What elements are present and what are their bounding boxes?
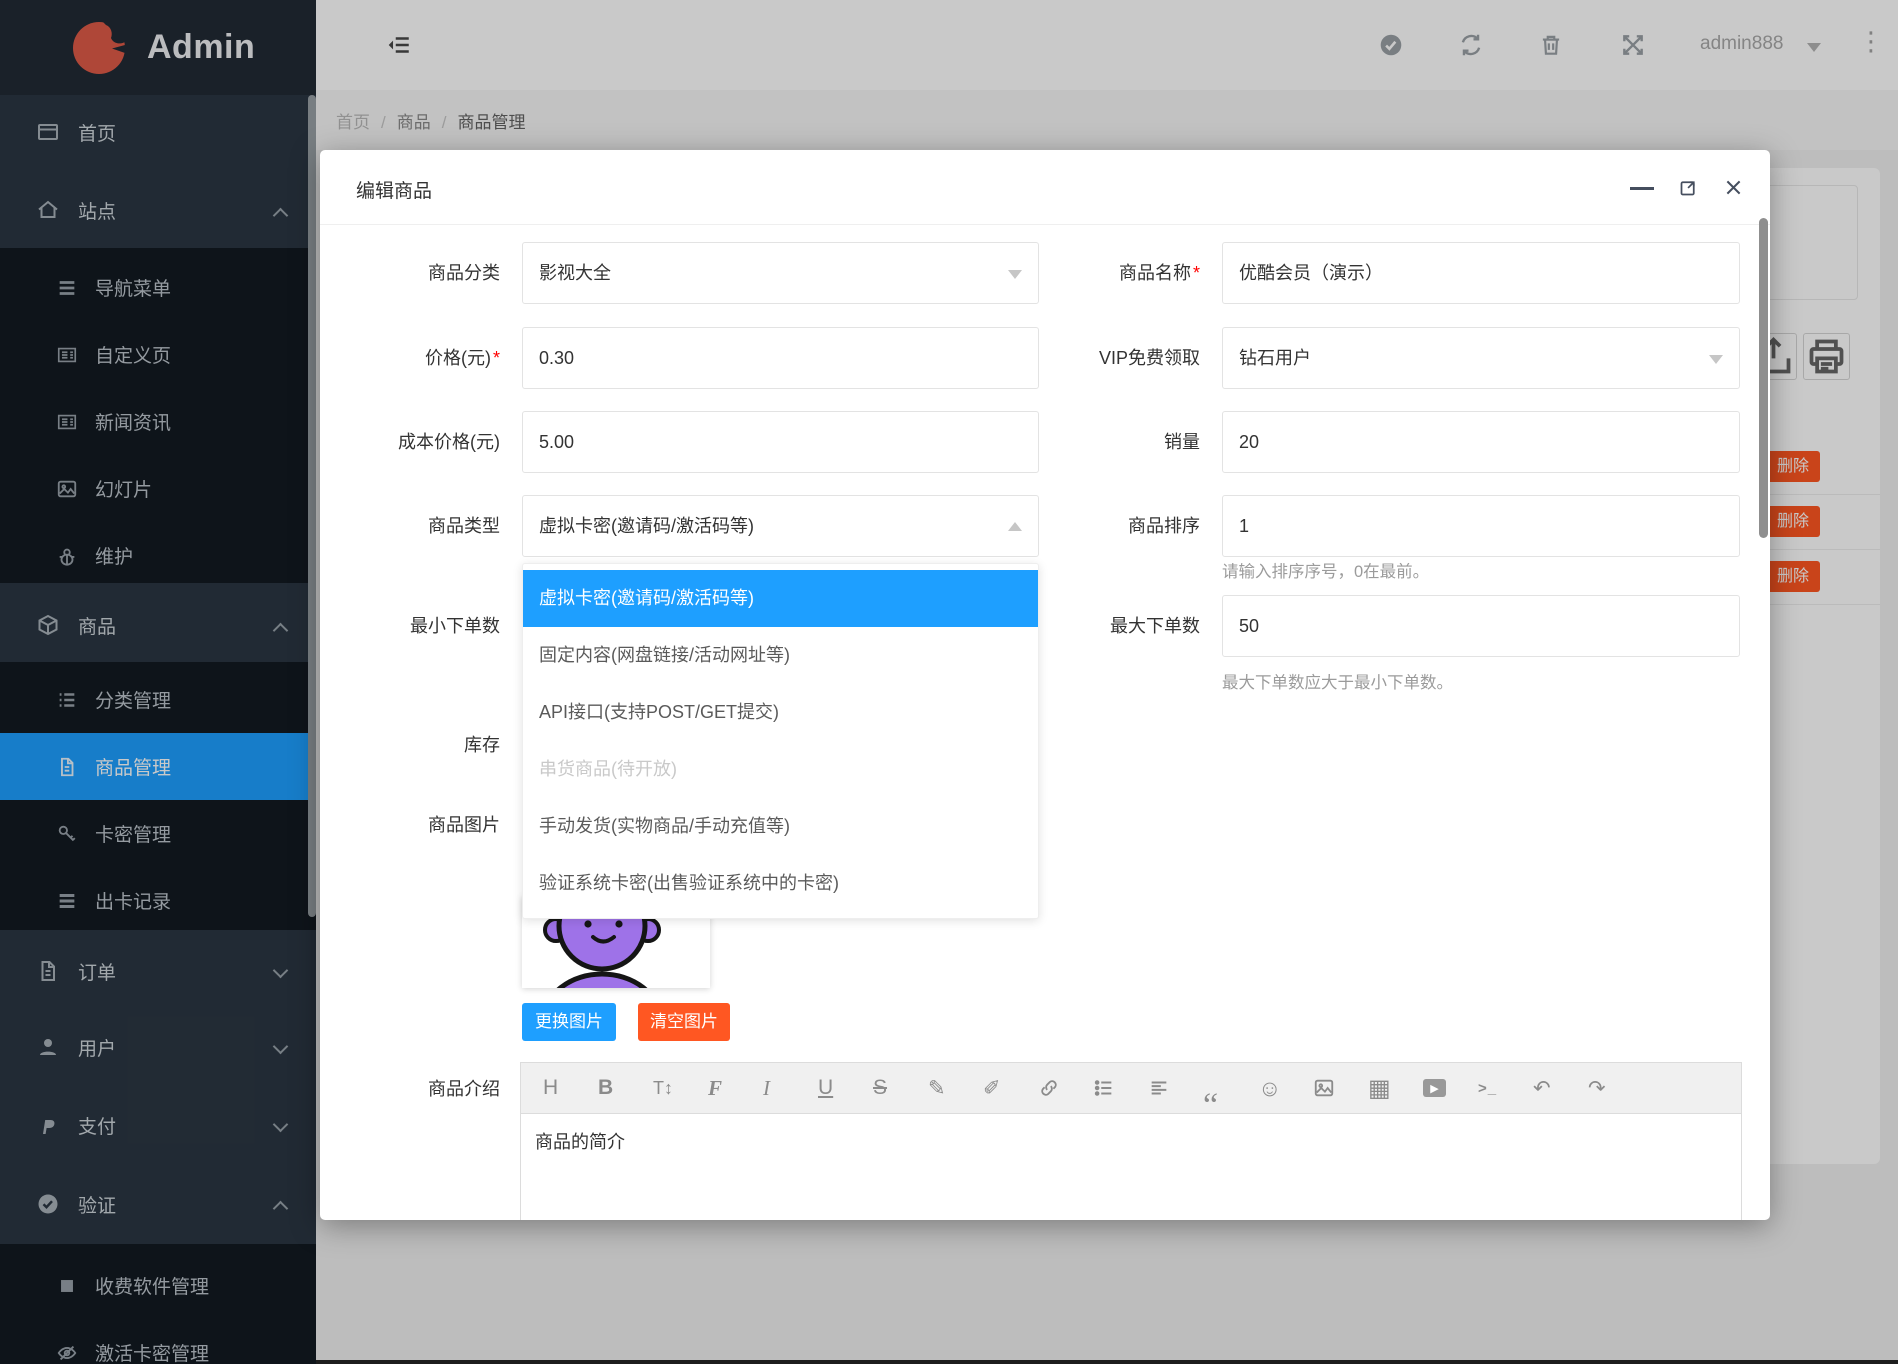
- type-select[interactable]: 虚拟卡密(邀请码/激活码等): [522, 495, 1039, 557]
- type-select-dropdown: 虚拟卡密(邀请码/激活码等) 固定内容(网盘链接/活动网址等) API接口(支持…: [522, 563, 1039, 919]
- field-label-type: 商品类型: [320, 513, 500, 539]
- field-label-category: 商品分类: [320, 260, 500, 286]
- required-asterisk: *: [493, 348, 500, 368]
- italic-icon[interactable]: I: [763, 1076, 818, 1101]
- heading-icon[interactable]: H: [543, 1076, 598, 1100]
- field-label-name: 商品名称*: [1020, 260, 1200, 286]
- table-icon[interactable]: ▦: [1368, 1074, 1423, 1103]
- dropdown-option[interactable]: API接口(支持POST/GET提交): [523, 684, 1038, 741]
- dropdown-option[interactable]: 虚拟卡密(邀请码/激活码等): [523, 570, 1038, 627]
- minimize-icon[interactable]: [1630, 187, 1654, 190]
- quote-icon[interactable]: “: [1203, 1099, 1258, 1113]
- caret-up-icon: [1008, 522, 1022, 531]
- field-label-stock: 库存: [320, 732, 500, 758]
- category-select[interactable]: 影视大全: [522, 242, 1039, 304]
- pen-icon[interactable]: ✎: [928, 1076, 983, 1101]
- max-order-hint: 最大下单数应大于最小下单数。: [1222, 669, 1453, 693]
- undo-icon[interactable]: ↶: [1533, 1076, 1588, 1101]
- dropdown-option[interactable]: 手动发货(实物商品/手动充值等): [523, 798, 1038, 855]
- modal-controls: [1630, 174, 1744, 200]
- replace-image-button[interactable]: 更换图片: [522, 1003, 616, 1041]
- strikethrough-icon[interactable]: S: [873, 1076, 928, 1100]
- dropdown-option[interactable]: 固定内容(网盘链接/活动网址等): [523, 627, 1038, 684]
- underline-icon[interactable]: U: [818, 1076, 873, 1100]
- unordered-list-icon[interactable]: [1093, 1077, 1148, 1099]
- field-label-min-order: 最小下单数: [320, 613, 500, 639]
- dropdown-option-disabled: 串货商品(待开放): [523, 741, 1038, 798]
- image-icon[interactable]: [1313, 1077, 1368, 1099]
- description-editor: H B T↕ F I U S ✎ ✐ “ ☺ ▦ ▶ >_ ↶ ↷: [520, 1062, 1742, 1220]
- caret-down-icon: [1008, 270, 1022, 279]
- terminal-icon[interactable]: >_: [1478, 1080, 1533, 1097]
- redo-icon[interactable]: ↷: [1588, 1076, 1643, 1101]
- required-asterisk: *: [1193, 263, 1200, 283]
- editor-toolbar: H B T↕ F I U S ✎ ✐ “ ☺ ▦ ▶ >_ ↶ ↷: [521, 1063, 1741, 1114]
- modal-title: 编辑商品: [356, 176, 432, 203]
- emoji-icon[interactable]: ☺: [1258, 1075, 1313, 1102]
- sort-input[interactable]: 1: [1222, 495, 1740, 557]
- vip-select[interactable]: 钻石用户: [1222, 327, 1740, 389]
- field-label-price: 价格(元)*: [320, 345, 500, 371]
- field-label-sort: 商品排序: [1020, 513, 1200, 539]
- caret-down-icon: [1709, 355, 1723, 364]
- field-label-max-order: 最大下单数: [1020, 613, 1200, 639]
- field-label-description: 商品介绍: [320, 1076, 500, 1102]
- font-size-icon[interactable]: T↕: [653, 1078, 708, 1099]
- bold-icon[interactable]: B: [598, 1076, 653, 1100]
- editor-content[interactable]: 商品的简介: [521, 1114, 1741, 1168]
- field-label-sales: 销量: [1020, 429, 1200, 455]
- brush-icon[interactable]: ✐: [983, 1076, 1038, 1101]
- app-root: Admin 首页 站点 导航菜单 自定义页 新闻资讯: [0, 0, 1898, 1364]
- video-icon[interactable]: ▶: [1423, 1079, 1478, 1097]
- price-input[interactable]: 0.30: [522, 327, 1039, 389]
- field-label-cost: 成本价格(元): [320, 429, 500, 455]
- name-input[interactable]: 优酷会员（演示）: [1222, 242, 1740, 304]
- cost-input[interactable]: 5.00: [522, 411, 1039, 473]
- close-icon[interactable]: [1723, 177, 1744, 198]
- modal-header: 编辑商品: [320, 150, 1770, 225]
- field-label-vip: VIP免费领取: [1020, 345, 1200, 371]
- clear-image-button[interactable]: 清空图片: [638, 1003, 730, 1041]
- font-family-icon[interactable]: F: [708, 1076, 763, 1101]
- field-label-image: 商品图片: [320, 812, 500, 838]
- dropdown-option[interactable]: 验证系统卡密(出售验证系统中的卡密): [523, 855, 1038, 912]
- align-icon[interactable]: [1148, 1077, 1203, 1099]
- modal-scrollbar[interactable]: [1759, 218, 1768, 538]
- sales-input[interactable]: 20: [1222, 411, 1740, 473]
- sort-hint: 请输入排序序号，0在最前。: [1222, 558, 1429, 582]
- link-icon[interactable]: [1038, 1077, 1093, 1099]
- maximize-icon[interactable]: [1678, 177, 1699, 198]
- max-order-input[interactable]: 50: [1222, 595, 1740, 657]
